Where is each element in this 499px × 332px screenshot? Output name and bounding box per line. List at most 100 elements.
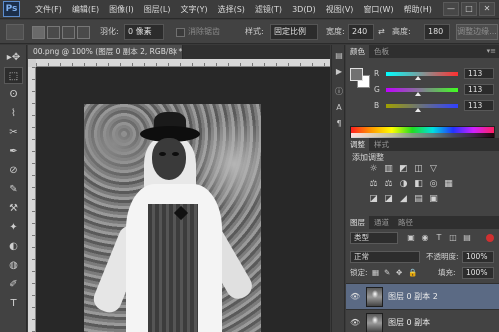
red-channel-slider[interactable] bbox=[386, 72, 458, 76]
menu-edit[interactable]: 编辑(E) bbox=[67, 0, 104, 19]
blue-slider-thumb[interactable] bbox=[414, 108, 421, 112]
eyedropper-tool-icon[interactable]: ✒ bbox=[4, 143, 23, 160]
vibrance-icon[interactable]: ▽ bbox=[428, 164, 439, 175]
red-slider-thumb[interactable] bbox=[414, 76, 421, 80]
tab-layers[interactable]: 图层 bbox=[346, 216, 369, 229]
green-channel-input[interactable]: 113 bbox=[464, 84, 494, 95]
info-panel-icon[interactable]: ⓘ bbox=[334, 87, 344, 97]
history-brush-tool-icon[interactable]: ✦ bbox=[4, 219, 23, 236]
marquee-preset-icon[interactable] bbox=[6, 24, 24, 40]
ruler-origin[interactable] bbox=[28, 59, 36, 67]
green-slider-thumb[interactable] bbox=[414, 92, 421, 96]
green-channel-slider[interactable] bbox=[386, 88, 458, 92]
crop-tool-icon[interactable]: ✂ bbox=[4, 124, 23, 141]
menu-filter[interactable]: 滤镜(T) bbox=[250, 0, 287, 19]
feather-input[interactable]: 0 像素 bbox=[124, 24, 164, 40]
menu-type[interactable]: 文字(Y) bbox=[175, 0, 212, 19]
subtract-selection-icon[interactable] bbox=[62, 26, 75, 39]
visibility-eye-icon[interactable]: 👁 bbox=[350, 318, 360, 328]
horizontal-ruler[interactable] bbox=[36, 59, 330, 67]
adjustment-filter-icon[interactable]: ◉ bbox=[420, 233, 430, 243]
lock-position-icon[interactable]: ✥ bbox=[396, 267, 402, 279]
document-tab[interactable]: 00.png @ 100% (图层 0 副本 2, RGB/8) * × bbox=[28, 45, 183, 59]
intersect-selection-icon[interactable] bbox=[77, 26, 90, 39]
layer-kind-select[interactable]: 类型 bbox=[350, 232, 398, 244]
menu-select[interactable]: 选择(S) bbox=[213, 0, 250, 19]
actions-panel-icon[interactable]: ▶ bbox=[334, 67, 344, 77]
gradient-map-icon[interactable]: ▤ bbox=[413, 194, 424, 205]
quick-selection-tool-icon[interactable]: ⌇ bbox=[4, 105, 23, 122]
eraser-tool-icon[interactable]: ◐ bbox=[4, 238, 23, 255]
pixel-filter-icon[interactable]: ▣ bbox=[406, 233, 416, 243]
type-filter-icon[interactable]: T bbox=[434, 233, 444, 243]
channel-mixer-icon[interactable]: ◎ bbox=[428, 179, 439, 190]
curves-icon[interactable]: ◩ bbox=[398, 164, 409, 175]
exposure-icon[interactable]: ◫ bbox=[413, 164, 424, 175]
history-panel-icon[interactable]: ▤ bbox=[334, 51, 344, 61]
healing-brush-tool-icon[interactable]: ⊘ bbox=[4, 162, 23, 179]
shape-filter-icon[interactable]: ◫ bbox=[448, 233, 458, 243]
tab-styles[interactable]: 样式 bbox=[370, 138, 393, 151]
close-window-button[interactable]: ✕ bbox=[479, 2, 495, 16]
photo-filter-icon[interactable]: ◧ bbox=[413, 179, 424, 190]
close-document-icon[interactable]: × bbox=[172, 45, 178, 59]
minimize-button[interactable]: — bbox=[443, 2, 459, 16]
black-white-icon[interactable]: ◑ bbox=[398, 179, 409, 190]
canvas-workspace[interactable] bbox=[36, 67, 330, 332]
vertical-ruler[interactable] bbox=[28, 67, 36, 332]
smart-object-filter-icon[interactable]: ▤ bbox=[462, 233, 472, 243]
tab-paths[interactable]: 路径 bbox=[394, 216, 417, 229]
tab-adjustments[interactable]: 调整 bbox=[346, 138, 369, 151]
visibility-eye-icon[interactable]: 👁 bbox=[350, 292, 360, 302]
height-input[interactable]: 180 bbox=[424, 24, 450, 40]
menu-layer[interactable]: 图层(L) bbox=[139, 0, 176, 19]
lock-transparency-icon[interactable]: ▦ bbox=[372, 267, 379, 279]
blur-tool-icon[interactable]: ◍ bbox=[4, 257, 23, 274]
foreground-color-swatch[interactable] bbox=[350, 68, 363, 81]
menu-view[interactable]: 视图(V) bbox=[321, 0, 359, 19]
rectangular-marquee-tool-icon[interactable]: ⬚ bbox=[4, 67, 23, 84]
clone-stamp-tool-icon[interactable]: ⚒ bbox=[4, 200, 23, 217]
menu-help[interactable]: 帮助(H) bbox=[399, 0, 437, 19]
hue-saturation-icon[interactable]: ⚖ bbox=[368, 179, 379, 190]
layer-row[interactable]: 👁 图层 0 副本 bbox=[346, 309, 499, 332]
layer-row[interactable]: 👁 图层 0 副本 2 bbox=[346, 283, 499, 309]
color-spectrum-ramp[interactable] bbox=[350, 126, 495, 138]
blue-channel-input[interactable]: 113 bbox=[464, 100, 494, 111]
opacity-input[interactable]: 100% bbox=[462, 251, 494, 263]
red-channel-input[interactable]: 113 bbox=[464, 68, 494, 79]
tab-channels[interactable]: 通道 bbox=[370, 216, 393, 229]
layer-name[interactable]: 图层 0 副本 2 bbox=[388, 284, 438, 310]
levels-icon[interactable]: ▥ bbox=[383, 164, 394, 175]
restore-button[interactable]: □ bbox=[461, 2, 477, 16]
swap-icon[interactable]: ⇄ bbox=[378, 24, 385, 40]
menu-image[interactable]: 图像(I) bbox=[104, 0, 139, 19]
brush-tool-icon[interactable]: ✎ bbox=[4, 181, 23, 198]
document-image[interactable] bbox=[84, 104, 261, 332]
antialias-checkbox[interactable] bbox=[176, 28, 185, 37]
paragraph-panel-icon[interactable]: ¶ bbox=[334, 119, 344, 129]
menu-window[interactable]: 窗口(W) bbox=[358, 0, 398, 19]
color-panel-menu-icon[interactable]: ▾≡ bbox=[487, 45, 496, 58]
character-panel-icon[interactable]: A bbox=[334, 103, 344, 113]
lasso-tool-icon[interactable]: ʘ bbox=[4, 86, 23, 103]
menu-file[interactable]: 文件(F) bbox=[30, 0, 67, 19]
tab-color[interactable]: 颜色 bbox=[346, 45, 369, 58]
selective-color-icon[interactable]: ▣ bbox=[428, 194, 439, 205]
filter-toggle-icon[interactable] bbox=[486, 234, 494, 242]
pen-tool-icon[interactable]: ✐ bbox=[4, 276, 23, 293]
color-balance-icon[interactable]: ⚖ bbox=[383, 179, 394, 190]
lock-all-icon[interactable]: 🔒 bbox=[408, 267, 417, 279]
layer-name[interactable]: 图层 0 副本 bbox=[388, 310, 430, 332]
refine-edge-button[interactable]: 调整边缘... bbox=[456, 24, 498, 40]
fill-input[interactable]: 100% bbox=[462, 267, 494, 279]
add-selection-icon[interactable] bbox=[47, 26, 60, 39]
color-lookup-icon[interactable]: ▦ bbox=[443, 179, 454, 190]
blue-channel-slider[interactable] bbox=[386, 104, 458, 108]
lock-pixels-icon[interactable]: ✎ bbox=[384, 267, 390, 279]
width-input[interactable]: 240 bbox=[348, 24, 374, 40]
menu-3d[interactable]: 3D(D) bbox=[287, 0, 321, 19]
blend-mode-select[interactable]: 正常 bbox=[350, 251, 420, 263]
tab-swatches[interactable]: 色板 bbox=[370, 45, 393, 58]
style-select[interactable]: 固定比例 bbox=[270, 24, 318, 40]
